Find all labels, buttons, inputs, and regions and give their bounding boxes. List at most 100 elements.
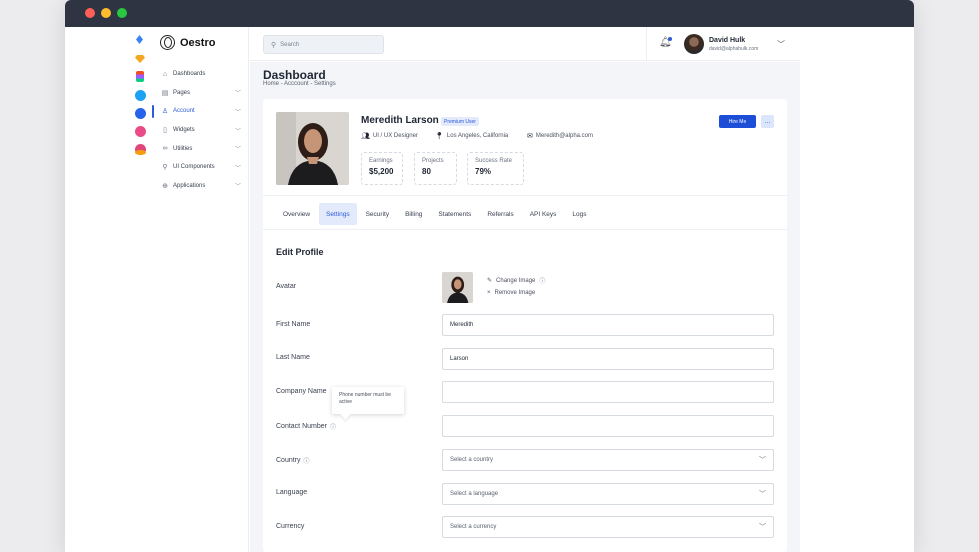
info-icon[interactable]: ⓘ [304,456,310,465]
close-icon: × [487,290,491,296]
profile-card: Meredith Larson Premium User 👥︎ UI / UX … [263,99,787,552]
app-rail [130,27,152,552]
section-title: Edit Profile [276,247,324,257]
sidebar-item-label: UI Components [173,164,215,171]
user-email: david@alphahulk.com [709,46,759,52]
currency-select-value: Select a currency [450,524,497,530]
minimize-window-button[interactable] [101,8,111,18]
chevron-down-icon: ﹀ [234,184,241,191]
info-icon[interactable]: ⓘ [330,422,336,431]
sidebar-item-label: Account [173,108,195,115]
users-icon: 👥︎ [361,133,370,140]
role-text: UI / UX Designer [372,133,418,139]
utilities-icon: ∞ [162,145,168,153]
sidebar-item-label: Pages [173,89,191,96]
tab-billing[interactable]: Billing [398,203,429,225]
location-text: Los Angeles, California [446,133,509,139]
user-name: David Hulk [709,37,746,44]
oestro-logo-icon [160,35,175,50]
tooltip: Phone number must be active [332,387,404,414]
location-pin-icon: 📍︎ [435,133,444,140]
sidebar-item-utilities[interactable]: ∞ Utilities ﹀ [153,139,249,158]
avatar[interactable] [684,34,704,54]
notification-dot [668,37,672,41]
status-badge: Premium User [441,117,479,126]
app-icon-blue[interactable] [136,35,143,44]
company-name-field[interactable] [442,381,774,403]
maximize-window-button[interactable] [117,8,127,18]
sidebar-item-pages[interactable]: ▤ Pages ﹀ [153,84,249,103]
info-icon: ⓘ [539,279,546,285]
sidebar-item-account[interactable]: ♙ Account ﹀ [152,102,249,121]
stat-label: Success Rate [475,158,513,164]
stat-value: $5,200 [369,167,394,176]
stat-success-rate: Success Rate 79% [467,152,524,185]
sidebar-item-widgets[interactable]: ▯ Widgets ﹀ [153,121,249,140]
search-input[interactable]: ⚲ Search [263,35,384,54]
hire-me-button[interactable]: Hire Me [719,115,756,128]
search-icon: ⚲ [271,41,277,49]
app-icon-blue-chat[interactable] [135,108,146,119]
avatar-label: Avatar [276,283,297,290]
country-label-text: Country [276,457,301,464]
first-name-label: First Name [276,321,311,328]
profile-tabs: Overview Settings Security Billing State… [276,203,596,225]
first-name-field[interactable]: Meredith [442,314,774,336]
more-options-button[interactable]: ... [761,115,774,128]
country-select[interactable]: Select a country ﹀ [442,449,774,471]
app-icon-cyan[interactable] [135,90,146,101]
change-image-button[interactable]: ✎ Change Image ⓘ [487,276,546,286]
sidebar-item-dashboards[interactable]: ⌂ Dashboards [153,65,249,84]
stat-value: 80 [422,167,431,176]
country-select-value: Select a country [450,457,494,463]
tab-referrals[interactable]: Referrals [480,203,520,225]
tab-statements[interactable]: Statements [431,203,478,225]
stat-value: 79% [475,167,492,176]
contact-label-text: Contact Number [276,423,327,430]
close-window-button[interactable] [85,8,95,18]
divider [263,195,787,196]
sidebar-item-label: Utilities [173,145,193,152]
remove-image-button[interactable]: × Remove Image [487,290,535,296]
dribbble-icon[interactable] [135,126,146,137]
divider [263,229,787,230]
sidebar-item-applications[interactable]: ⊕ Applications ﹀ [153,177,249,196]
tab-overview[interactable]: Overview [276,203,317,225]
currency-label: Currency [276,523,305,530]
sketch-icon[interactable] [135,55,145,63]
language-select[interactable]: Select a language ﹀ [442,483,774,505]
profile-name: Meredith Larson [361,115,439,126]
mail-icon: ✉ [527,133,533,140]
tab-api-keys[interactable]: API Keys [523,203,564,225]
profile-photo [276,112,349,185]
company-name-label: Company Name [276,388,327,395]
sidebar-item-label: Applications [173,182,206,189]
currency-select[interactable]: Select a currency ﹀ [442,516,774,538]
profile-email[interactable]: ✉ Meredith@alpha.com [527,132,593,140]
sidebar-item-label: Widgets [173,127,195,134]
tab-security[interactable]: Security [359,203,396,225]
page-title: Dashboard [263,68,326,82]
remove-image-label: Remove Image [494,290,536,296]
chevron-down-icon: ﹀ [234,165,241,172]
topbar-divider [646,27,647,61]
profile-location: 📍︎ Los Angeles, California [435,132,508,140]
home-icon: ⌂ [162,70,168,78]
topbar: ⚲ Search 🔔︎ David Hulk david@alphahulk.c… [250,27,800,61]
search-placeholder: Search [280,41,300,48]
chevron-down-icon: ﹀ [759,491,766,498]
tab-logs[interactable]: Logs [565,203,593,225]
app-icon-orange[interactable] [135,150,146,155]
chevron-down-icon[interactable]: ﹀ [777,39,785,50]
components-icon: ⚲ [162,164,168,172]
country-label: Country ⓘ [276,456,310,465]
logo[interactable]: Oestro [160,35,215,50]
bookmark-icon: ▯ [163,127,167,135]
sidebar-item-ui-components[interactable]: ⚲ UI Components ﹀ [153,158,249,177]
chevron-down-icon: ﹀ [234,147,241,154]
chevron-down-icon: ﹀ [759,524,766,531]
last-name-field[interactable]: Larson [442,348,774,370]
contact-number-field[interactable] [442,415,774,437]
figma-icon[interactable] [136,71,144,82]
tab-settings[interactable]: Settings [319,203,357,225]
